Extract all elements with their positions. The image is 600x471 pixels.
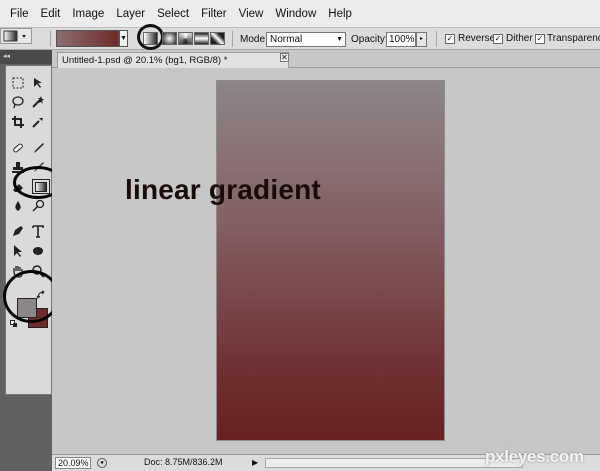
document-tab-bar: Untitled-1.psd @ 20.1% (bg1, RGB/8) * ✕ [52,50,600,68]
chevron-down-icon: ▼ [336,36,343,43]
menu-select[interactable]: Select [151,0,195,28]
flyout-arrow-icon: ▸ [419,36,423,42]
dodge-icon[interactable] [30,198,46,214]
chevron-down-icon: ▼ [120,35,127,42]
options-bar: ▼ Mode: Normal ▼ Opacity: 100% ▸ ✓ Rever… [0,24,600,50]
marquee-icon[interactable] [10,75,26,91]
toolbox-panel [5,65,52,395]
reflected-gradient-button[interactable] [194,32,209,45]
transparency-checkbox[interactable]: ✓ [535,34,545,44]
brush-icon[interactable] [30,140,46,156]
menu-layer[interactable]: Layer [110,0,151,28]
close-icon[interactable]: ✕ [280,53,289,62]
blur-icon[interactable] [10,198,26,214]
menu-window[interactable]: Window [269,0,322,28]
watermark: pxleyes.com [485,447,584,466]
gradient-picker-dropdown[interactable]: ▼ [119,30,128,47]
status-info-icon[interactable]: ● [97,458,107,468]
document-size-info: Doc: 8.75M/836.2M [144,457,223,467]
toolbox-collapse[interactable]: ◂◂ [0,50,52,64]
dither-label: Dither [506,33,533,44]
separator [232,31,233,47]
pen-icon[interactable] [10,223,26,239]
menu-bar: File Edit Image Layer Select Filter View… [0,0,600,28]
transparency-label: Transparency [547,33,600,44]
tool-preset-picker[interactable] [0,28,32,44]
separator [436,31,437,47]
reverse-label: Reverse [458,33,496,44]
document-tab-title: Untitled-1.psd @ 20.1% (bg1, RGB/8) * [62,55,228,66]
annotation-label: linear gradient [125,174,321,205]
mode-select[interactable]: Normal ▼ [266,32,346,47]
toolbox: ◂◂ [0,50,63,471]
separator [50,31,51,47]
reverse-checkbox[interactable]: ✓ [445,34,455,44]
document-canvas[interactable] [216,80,445,441]
menu-view[interactable]: View [233,0,270,28]
lasso-icon[interactable] [10,94,26,110]
angle-gradient-button[interactable] [178,32,193,45]
healing-brush-icon[interactable] [10,140,26,156]
magic-wand-icon[interactable] [30,94,46,110]
path-selection-icon[interactable] [10,243,26,259]
mode-label: Mode: [240,33,268,45]
gradient-tool-preset-icon [3,30,26,42]
dither-checkbox[interactable]: ✓ [493,34,503,44]
document-tab[interactable]: Untitled-1.psd @ 20.1% (bg1, RGB/8) * [57,52,289,68]
default-colors-icon[interactable] [10,320,18,328]
radial-gradient-button[interactable] [162,32,177,45]
menu-edit[interactable]: Edit [35,0,67,28]
crop-icon[interactable] [10,114,26,130]
status-menu-arrow-icon[interactable]: ▶ [252,458,258,468]
opacity-label: Opacity: [351,33,388,45]
diamond-gradient-button[interactable] [210,32,225,45]
zoom-field[interactable]: 20.09% [55,457,91,469]
menu-filter[interactable]: Filter [195,0,233,28]
ellipse-icon[interactable] [30,243,46,259]
menu-image[interactable]: Image [66,0,110,28]
menu-file[interactable]: File [0,0,35,28]
eyedropper-icon[interactable] [30,114,46,130]
mode-value: Normal [270,34,303,45]
type-icon[interactable] [30,223,46,239]
menu-help[interactable]: Help [322,0,358,28]
opacity-input[interactable]: 100% [386,32,416,47]
opacity-slider-toggle[interactable]: ▸ [416,32,427,47]
highlight-circle-linear [137,24,164,50]
gradient-picker-swatch[interactable] [56,30,119,47]
move-icon[interactable] [30,75,46,91]
